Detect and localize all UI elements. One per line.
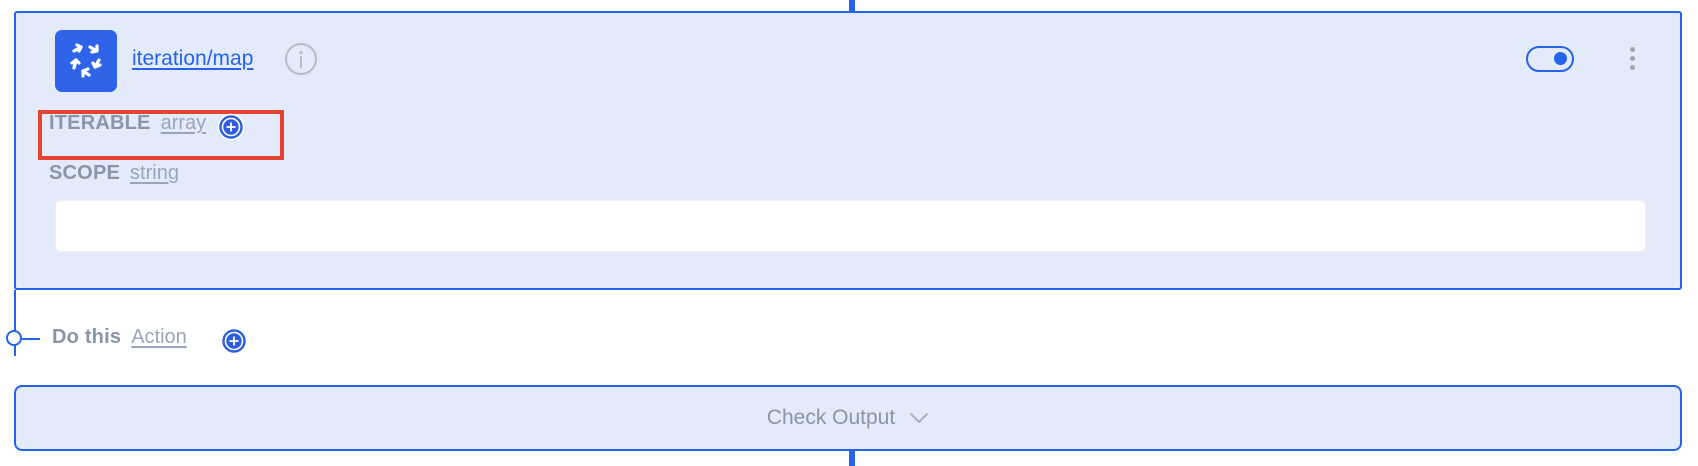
plus-circle-icon[interactable] bbox=[217, 113, 245, 141]
iteration-cycle-icon bbox=[55, 30, 117, 92]
chevron-down-icon bbox=[910, 413, 929, 423]
branch-line bbox=[14, 290, 16, 356]
field-iterable: ITERABLE array bbox=[49, 112, 206, 135]
branch-connector-dot bbox=[6, 330, 22, 346]
branch-label: Do this bbox=[52, 326, 122, 348]
kebab-menu-icon[interactable] bbox=[1628, 47, 1636, 73]
branch-connector-line bbox=[22, 338, 40, 340]
info-icon[interactable] bbox=[284, 42, 318, 76]
field-label: ITERABLE bbox=[49, 112, 151, 134]
node-title-link[interactable]: iteration/map bbox=[132, 47, 253, 71]
do-this-row: Do this Action bbox=[52, 326, 187, 349]
connector-line-bottom bbox=[849, 450, 855, 466]
node-enable-toggle[interactable] bbox=[1526, 46, 1574, 72]
scope-input[interactable] bbox=[55, 200, 1646, 252]
branch-type-link[interactable]: Action bbox=[131, 326, 187, 349]
field-type-link[interactable]: string bbox=[130, 162, 179, 185]
field-label: SCOPE bbox=[49, 162, 121, 184]
plus-circle-icon[interactable] bbox=[220, 327, 248, 355]
check-output-label: Check Output bbox=[766, 406, 896, 429]
field-scope: SCOPE string bbox=[49, 162, 179, 185]
iteration-map-node: iteration/map ITERABLE array SCOPE strin… bbox=[14, 11, 1682, 290]
toggle-knob bbox=[1554, 52, 1567, 65]
check-output-button[interactable]: Check Output bbox=[14, 385, 1682, 451]
field-type-link[interactable]: array bbox=[161, 112, 207, 135]
